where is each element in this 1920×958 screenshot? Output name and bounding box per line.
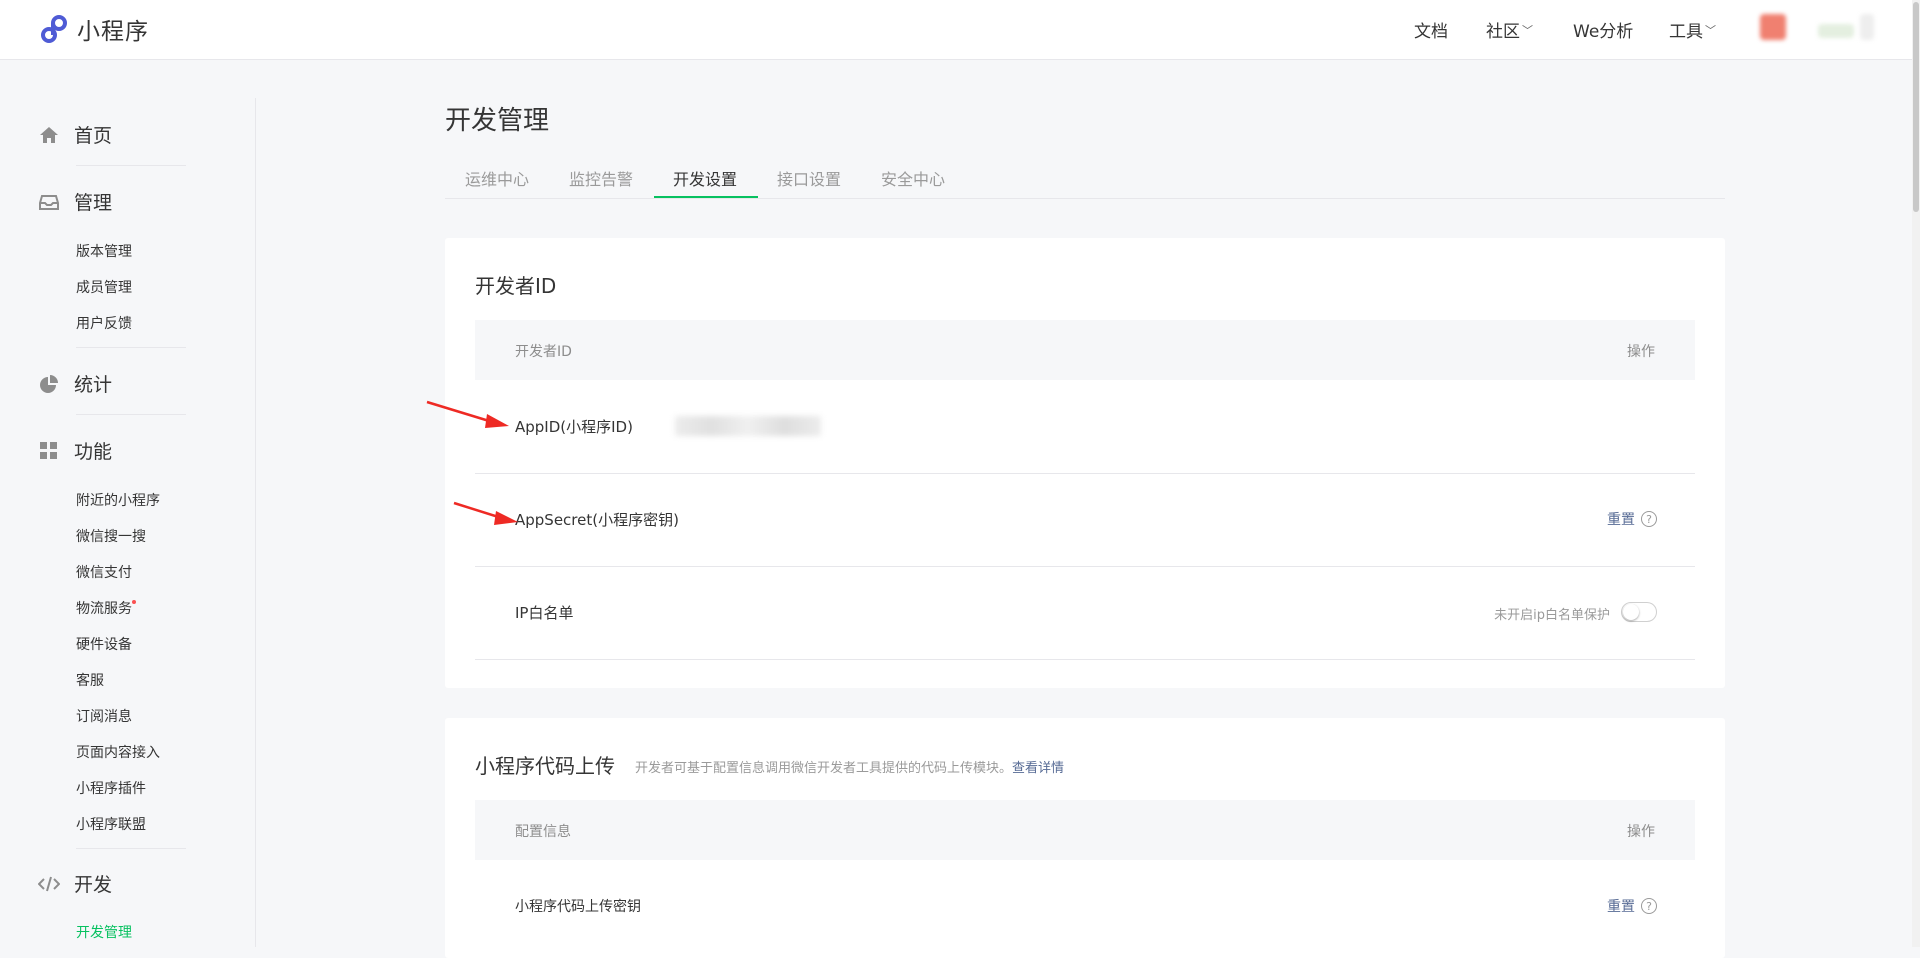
sidebar-separator xyxy=(76,414,186,415)
reset-label: 重置 xyxy=(1607,512,1635,528)
home-icon xyxy=(38,124,60,146)
card-title: 小程序代码上传 xyxy=(475,754,615,778)
appid-value-blurred xyxy=(675,416,821,436)
card-description: 开发者可基于配置信息调用微信开发者工具提供的代码上传模块。查看详情 xyxy=(635,757,1064,776)
tab-bar: 运维中心 监控告警 开发设置 接口设置 安全中心 xyxy=(445,160,1725,199)
reset-label: 重置 xyxy=(1607,899,1635,915)
chevron-down-icon: ﹀ xyxy=(1705,23,1716,37)
ip-whitelist-toggle[interactable] xyxy=(1621,602,1657,622)
sidebar-group-manage[interactable]: 管理 xyxy=(38,188,112,215)
nav-we-analytics-label: We分析 xyxy=(1573,22,1634,42)
appsecret-label: AppSecret(小程序密钥) xyxy=(515,511,679,529)
active-tab-indicator xyxy=(654,196,758,198)
sidebar-separator xyxy=(76,347,186,348)
sidebar-separator xyxy=(76,165,186,166)
ip-whitelist-status: 未开启ip白名单保护 xyxy=(1494,608,1610,623)
sidebar-item-version[interactable]: 版本管理 xyxy=(76,241,132,261)
sidebar-item-nearby[interactable]: 附近的小程序 xyxy=(76,490,160,510)
code-icon xyxy=(38,873,60,895)
column-header-action: 操作 xyxy=(1627,344,1655,360)
column-header-action: 操作 xyxy=(1627,824,1655,840)
sidebar-group-features[interactable]: 功能 xyxy=(38,437,112,464)
sidebar-group-label: 管理 xyxy=(74,192,113,214)
sidebar-item-search[interactable]: 微信搜一搜 xyxy=(76,526,146,546)
column-header-config: 配置信息 xyxy=(515,824,571,840)
tab-monitoring[interactable]: 监控告警 xyxy=(569,166,633,190)
sidebar-item-pay[interactable]: 微信支付 xyxy=(76,562,132,582)
table-row-ip-whitelist: IP白名单 未开启ip白名单保护 xyxy=(475,566,1695,660)
tab-api-settings[interactable]: 接口设置 xyxy=(777,166,841,190)
inbox-icon xyxy=(38,191,60,213)
help-icon[interactable]: ? xyxy=(1641,898,1657,914)
sidebar-item-dev-management[interactable]: 开发管理 xyxy=(76,922,132,942)
code-upload-card: 小程序代码上传 开发者可基于配置信息调用微信开发者工具提供的代码上传模块。查看详… xyxy=(445,718,1725,958)
developer-id-card: 开发者ID 开发者ID 操作 AppID(小程序ID) AppSecret(小程… xyxy=(445,238,1725,688)
appid-label: AppID(小程序ID) xyxy=(515,418,633,436)
sidebar-item-logistics[interactable]: 物流服务 xyxy=(76,598,132,618)
sidebar-item-page-content[interactable]: 页面内容接入 xyxy=(76,742,160,762)
reset-secret-button[interactable]: 重置 ? xyxy=(1607,509,1657,529)
grid-icon xyxy=(38,440,60,462)
notification-icon[interactable] xyxy=(1760,14,1786,40)
sidebar-group-label: 功能 xyxy=(74,441,113,463)
tab-security-center[interactable]: 安全中心 xyxy=(881,166,945,190)
sidebar-divider xyxy=(255,98,256,947)
table-row-appsecret: AppSecret(小程序密钥) 重置 ? xyxy=(475,473,1695,567)
sidebar-group-label: 开发 xyxy=(74,874,113,896)
tab-dev-settings[interactable]: 开发设置 xyxy=(673,166,737,190)
sidebar-group-label: 统计 xyxy=(74,374,113,396)
sidebar-group-stats[interactable]: 统计 xyxy=(38,370,112,397)
nav-tools-label: 工具 xyxy=(1669,22,1703,42)
sidebar-group-develop[interactable]: 开发 xyxy=(38,870,112,897)
sidebar-group-label: 首页 xyxy=(74,125,113,147)
ip-whitelist-label: IP白名单 xyxy=(515,604,574,622)
table-header: 开发者ID 操作 xyxy=(475,320,1695,380)
sidebar-item-plugins[interactable]: 小程序插件 xyxy=(76,778,146,798)
nav-tools[interactable]: 工具 ﹀ xyxy=(1669,0,1716,59)
sidebar-item-hardware[interactable]: 硬件设备 xyxy=(76,634,132,654)
sidebar-item-feedback[interactable]: 用户反馈 xyxy=(76,313,132,333)
table-header: 配置信息 操作 xyxy=(475,800,1695,860)
page-scrollbar[interactable] xyxy=(1912,0,1920,947)
account-name-blurred[interactable] xyxy=(1818,24,1854,38)
brand-logo[interactable]: 小程序 xyxy=(38,13,149,45)
page-title: 开发管理 xyxy=(445,106,550,136)
tab-ops-center[interactable]: 运维中心 xyxy=(465,166,529,190)
annotation-arrow-appid xyxy=(426,400,509,428)
annotation-arrow-appsecret xyxy=(453,501,518,525)
nav-community[interactable]: 社区 ﹀ xyxy=(1486,0,1533,59)
reset-upload-key-button[interactable]: 重置 ? xyxy=(1607,896,1657,916)
description-text: 开发者可基于配置信息调用微信开发者工具提供的代码上传模块。 xyxy=(635,761,1013,776)
card-title: 开发者ID xyxy=(475,274,557,298)
sidebar-group-home[interactable]: 首页 xyxy=(38,121,112,148)
avatar[interactable] xyxy=(1860,14,1874,40)
upload-key-label: 小程序代码上传密钥 xyxy=(515,899,641,915)
nav-docs[interactable]: 文档 xyxy=(1414,0,1448,59)
sidebar-item-service[interactable]: 客服 xyxy=(76,670,104,690)
table-row-upload-key: 小程序代码上传密钥 重置 ? xyxy=(475,860,1695,953)
nav-community-label: 社区 xyxy=(1486,22,1520,42)
view-details-link[interactable]: 查看详情 xyxy=(1012,761,1064,776)
nav-we-analytics[interactable]: We分析 xyxy=(1573,0,1633,59)
top-bar: 小程序 文档 社区 ﹀ We分析 工具 ﹀ xyxy=(0,0,1912,60)
nav-docs-label: 文档 xyxy=(1414,22,1448,42)
table-row-appid: AppID(小程序ID) xyxy=(475,380,1695,474)
new-badge-dot xyxy=(132,600,136,604)
toggle-knob xyxy=(1623,604,1639,620)
sidebar-separator xyxy=(76,848,186,849)
pie-chart-icon xyxy=(38,373,60,395)
sidebar-item-members[interactable]: 成员管理 xyxy=(76,277,132,297)
scrollbar-thumb[interactable] xyxy=(1913,2,1919,212)
help-icon[interactable]: ? xyxy=(1641,511,1657,527)
sidebar-item-alliance[interactable]: 小程序联盟 xyxy=(76,814,146,834)
sidebar-item-subscribe[interactable]: 订阅消息 xyxy=(76,706,132,726)
chevron-down-icon: ﹀ xyxy=(1522,23,1533,37)
miniprogram-logo-icon xyxy=(41,15,67,43)
column-header-id: 开发者ID xyxy=(515,344,572,360)
brand-name: 小程序 xyxy=(77,19,149,45)
